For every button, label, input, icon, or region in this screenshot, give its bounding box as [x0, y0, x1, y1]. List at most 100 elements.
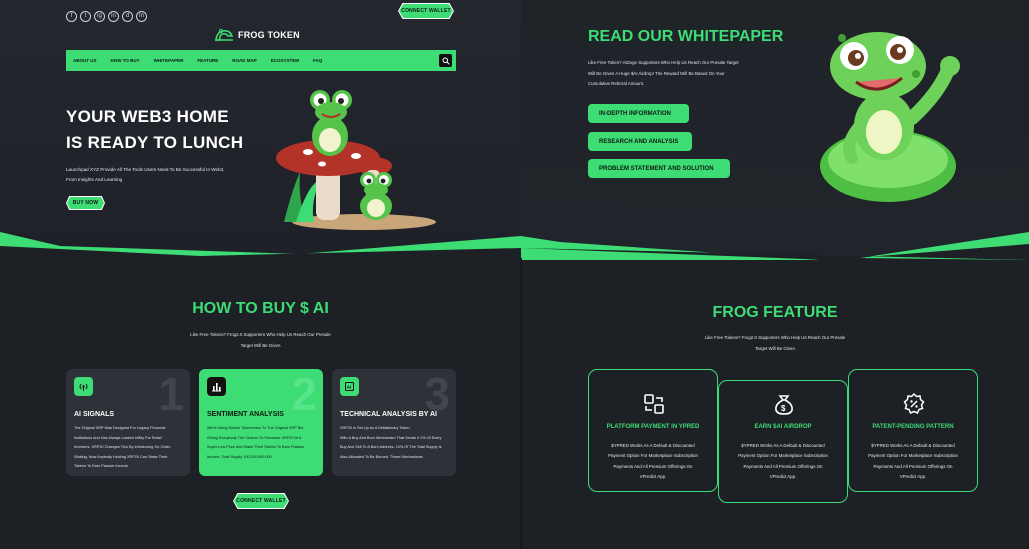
feature-card-patent-pending: PATENT-PENDING PATTERN $YPRED Works As A… [848, 369, 978, 492]
feature-sub-line2: Target Will Be Given [755, 345, 795, 351]
text-line: Payments And All Premium Offerings On [743, 463, 823, 469]
text-line: Staking, Now Anybody Holding XRP20 Can S… [74, 454, 168, 459]
whitepaper-desc-line2: Will Be Given A Huge $AI Airdrop! The Re… [588, 70, 725, 76]
text-line: Institutions And Has Always Lacked Utili… [74, 435, 162, 440]
medium-icon[interactable]: m [136, 11, 147, 22]
how-to-buy-sub-line1: Like Free Tokens? Frog2.0 Supporters Who… [190, 332, 331, 337]
waving-frog-illustration [820, 32, 960, 202]
text-line: Income. Total Supply 100,000,000,000 [207, 454, 272, 459]
logo[interactable]: FROG TOKEN [214, 28, 300, 42]
connect-wallet-button-bottom[interactable]: CONNECT WALLET [233, 493, 289, 509]
facebook-icon[interactable]: f [66, 11, 77, 22]
step-card-title: TECHNICAL ANALYSIS BY AI [340, 411, 437, 418]
feature-card-title: PATENT-PENDING PATTERN [872, 424, 954, 430]
pill-research-and-analysis[interactable]: RESEARCH AND ANALYSIS [588, 132, 692, 151]
feature-subtitle: Like Free Tokens? Frog2.0 Supporters Who… [521, 333, 1029, 354]
step-card-sentiment-analysis: 2 SENTIMENT ANALYSIS We're Using Similar… [199, 369, 323, 476]
hero-title-line2: IS READY TO LUNCH [66, 133, 244, 152]
text-line: VPredict App. [899, 474, 927, 480]
discord-icon[interactable]: d [122, 11, 133, 22]
text-line: Payments And All Premium Offerings On [873, 463, 953, 469]
step-number: 2 [291, 368, 317, 420]
text-line: Super Low Price And Stake Their Tokens T… [207, 445, 305, 450]
linkedin-icon[interactable]: in [108, 11, 119, 22]
payment-transfer-icon [644, 394, 664, 414]
text-line: VPredict App. [639, 474, 667, 480]
frog-logo-icon [215, 28, 234, 41]
step-card-text: We're Using Similar Tokenomics To The Or… [207, 424, 304, 462]
whitepaper-title: READ OUR WHITEPAPER [588, 28, 784, 45]
text-line: VPredict App. [769, 474, 797, 480]
feature-title: FROG FEATURE [712, 304, 838, 321]
social-links: f t ig in d m [66, 5, 147, 22]
text-line: Payment Option For Marketplace Subscript… [738, 453, 828, 459]
search-icon [442, 57, 450, 65]
green-wave-divider [0, 232, 1029, 260]
how-to-buy-sub-line2: Target Will Be Given [240, 342, 281, 348]
text-line: $YPRED Works As A Default & Discounted [741, 443, 825, 448]
feature-card-text: $YPRED Works As A Default & Discounted P… [719, 441, 847, 483]
text-line: We're Using Similar Tokenomics To The Or… [207, 426, 304, 430]
how-to-buy-title: HOW TO BUY $ AI [192, 300, 329, 317]
connect-wallet-button-top[interactable]: CONNECT WALLET [398, 3, 454, 19]
signal-icon [74, 377, 93, 396]
feature-card-title: EARN $AI AIRDROP [754, 424, 812, 430]
text-line: Giving Everybody The Chance To Purchase … [207, 435, 302, 440]
step-card-technical-analysis: 3 AI TECHNICAL ANALYSIS BY AI XRP20 Is S… [332, 369, 456, 476]
text-line: Payment Option For Marketplace Subscript… [868, 453, 958, 459]
step-card-title: AI SIGNALS [74, 411, 115, 418]
search-button[interactable] [439, 54, 452, 67]
nav-item-ecosystem[interactable]: ECOSYSTEM [271, 58, 299, 63]
whitepaper-desc-line1: Like Free Token? AiDoge Supporters Who H… [588, 60, 739, 65]
feature-card-title: PLATFORM PAYMENT IN YPRED [606, 424, 700, 430]
step-card-text: XRP20 Is Set Up As A Deflationary Token … [340, 424, 442, 462]
hero-desc-line2: From Insights And Learning [66, 177, 123, 182]
pill-in-depth-information[interactable]: IN-DEPTH INFORMATION [588, 104, 689, 123]
twitter-icon[interactable]: t [80, 11, 91, 22]
connect-wallet-label[interactable]: CONNECT WALLET [234, 494, 288, 508]
text-line: XRP20 Is Set Up As A Deflationary Token [340, 426, 410, 430]
text-line: Payment Option For Marketplace Subscript… [608, 453, 698, 459]
whitepaper-description: Like Free Token? AiDoge Supporters Who H… [588, 58, 739, 90]
feature-card-text: $YPRED Works As A Default & Discounted P… [849, 441, 977, 483]
nav-item-faq[interactable]: FAQ [313, 58, 322, 63]
text-line: Buy And Sell To A Burn Address. 10% Of T… [340, 445, 442, 450]
text-line: Tokens To Earn Passive Income. [74, 464, 130, 469]
svg-text:$: $ [781, 404, 786, 413]
whitepaper-desc-line3: Cumulative Referral Amount. [588, 81, 645, 87]
buy-now-button[interactable]: BUY NOW [66, 196, 105, 210]
ai-chip-icon: AI [340, 377, 359, 396]
hero-title: YOUR WEB3 HOME IS READY TO LUNCH [66, 104, 243, 156]
hero-desc-line1: Launchpad XYZ Provide All The Tools User… [66, 167, 225, 172]
nav-item-about[interactable]: ABOUT US [73, 58, 97, 63]
nav-item-roadmap[interactable]: ROAD MAP [232, 58, 257, 63]
text-line: $YPRED Works As A Default & Discounted [611, 443, 695, 448]
hero-title-line1: YOUR WEB3 HOME [66, 107, 229, 126]
step-card-title: SENTIMENT ANALYSIS [207, 411, 284, 418]
connect-wallet-label[interactable]: CONNECT WALLET [399, 4, 453, 18]
brand-name: FROG TOKEN [238, 30, 300, 40]
text-line: Also Allocated To Be Burned. These Mecha… [340, 454, 423, 459]
feature-card-earn-airdrop: $ EARN $AI AIRDROP $YPRED Works As A Def… [718, 380, 848, 503]
hero-description: Launchpad XYZ Provide All The Tools User… [66, 165, 225, 185]
money-bag-icon: $ [775, 395, 793, 415]
nav-item-feature[interactable]: FEATURE [197, 58, 218, 63]
instagram-icon[interactable]: ig [94, 11, 105, 22]
percent-badge-icon [903, 392, 925, 414]
text-line: Investors. XRP20 Changes This By Introdu… [74, 445, 171, 450]
nav-item-how-to-buy[interactable]: HOW TO BUY [111, 58, 140, 63]
step-number: 1 [158, 368, 184, 420]
feature-sub-line1: Like Free Tokens? Frog2.0 Supporters Who… [704, 335, 846, 340]
how-to-buy-subtitle: Like Free Tokens? Frog2.0 Supporters Who… [0, 330, 521, 351]
nav-item-whitepaper[interactable]: WHITEPAPER [154, 58, 184, 63]
feature-card-platform-payment: PLATFORM PAYMENT IN YPRED $YPRED Works A… [588, 369, 718, 492]
feature-card-text: $YPRED Works As A Default & Discounted P… [589, 441, 717, 483]
step-card-ai-signals: 1 AI SIGNALS The Original XRP Was Design… [66, 369, 190, 476]
bar-chart-icon [207, 377, 226, 396]
pill-problem-statement[interactable]: PROBLEM STATEMENT AND SOLUTION [588, 159, 730, 178]
text-line: With A Buy And Burn Mechanism That Sends… [340, 435, 442, 440]
text-line: $YPRED Works As A Default & Discounted [871, 443, 955, 448]
text-line: Payments And All Premium Offerings On [613, 463, 693, 469]
buy-now-label[interactable]: BUY NOW [67, 197, 104, 209]
step-card-text: The Original XRP Was Designed For Legacy… [74, 424, 170, 472]
